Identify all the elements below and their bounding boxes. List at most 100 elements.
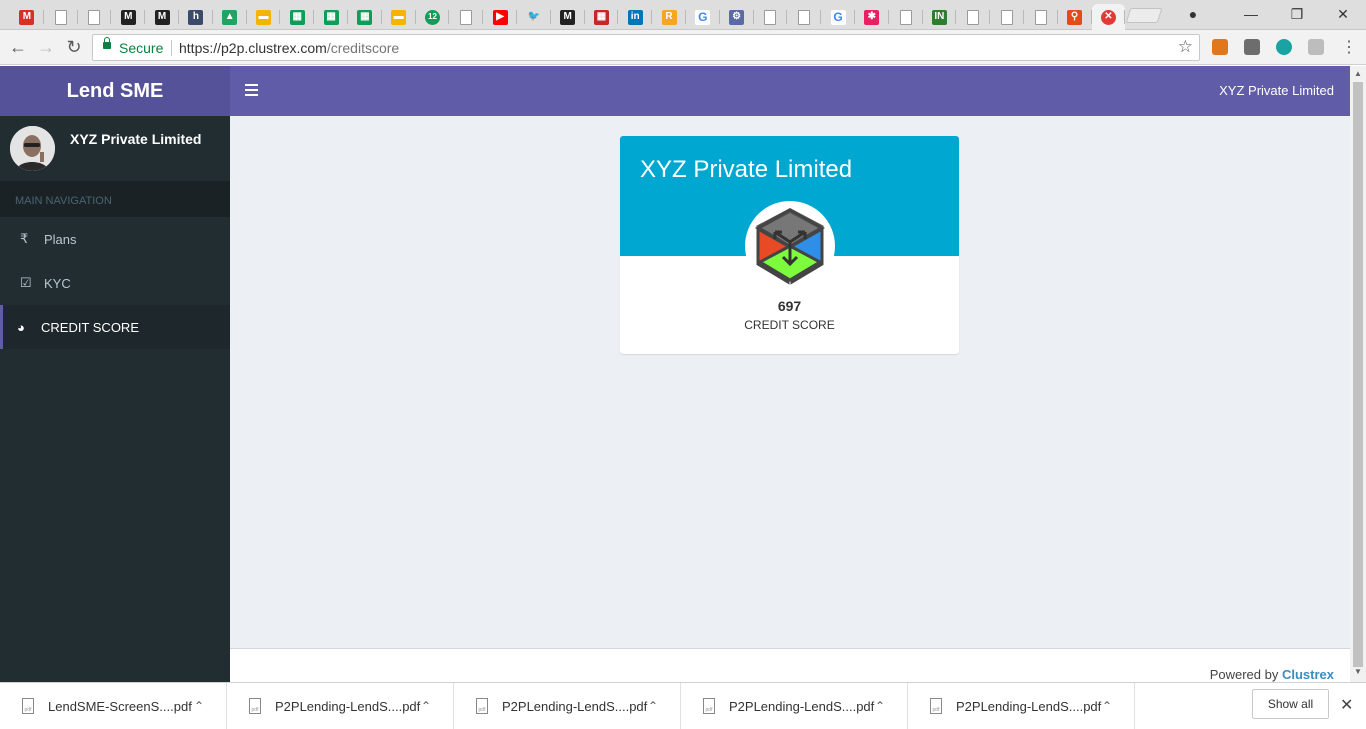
browser-tab[interactable]: G (821, 4, 855, 30)
medium-icon: M (154, 9, 170, 25)
browser-tab[interactable]: ▦ (314, 4, 348, 30)
browser-tab[interactable] (1024, 4, 1058, 30)
close-window-button[interactable]: ✕ (1320, 6, 1366, 23)
download-item[interactable]: pdf P2PLending-LendS....pdf ⌃ (908, 683, 1135, 729)
document-icon (1034, 9, 1047, 25)
extension-icon[interactable] (1244, 39, 1260, 55)
hamburger-menu-icon[interactable] (245, 84, 258, 96)
browser-tab[interactable]: IN (923, 4, 957, 30)
sidebar-menu: ₹ Plans ☑ KYC ◕ CREDIT SCORE (0, 217, 230, 349)
close-downloads-icon[interactable]: ✕ (1340, 695, 1353, 715)
browser-tab[interactable] (787, 4, 821, 30)
browser-tab[interactable]: ▲ (213, 4, 247, 30)
browser-tab[interactable]: 🐦 (517, 4, 551, 30)
chevron-up-icon[interactable]: ⌃ (194, 699, 204, 713)
pdf-file-icon: pdf (249, 698, 261, 714)
scroll-up-arrow[interactable]: ▲ (1354, 69, 1362, 78)
tab-list: M M Mh ▲ ▬ ▦ ▦ ▦ ▬ 12 ▶ 🐦 M ▦ in R G ⚙ G ✱ IN ⚲ ✕ (10, 4, 1126, 30)
map-pin-icon: ⚲ (1067, 9, 1083, 25)
sidebar-item-credit-score[interactable]: ◕ CREDIT SCORE (0, 305, 230, 349)
sidebar-item-kyc[interactable]: ☑ KYC (0, 261, 230, 305)
r-icon: R (661, 9, 677, 25)
show-all-downloads-button[interactable]: Show all (1252, 689, 1329, 719)
pdf-file-icon: pdf (930, 698, 942, 714)
minimize-button[interactable]: — (1228, 6, 1274, 22)
download-item[interactable]: pdf LendSME-ScreenS....pdf ⌃ (0, 683, 227, 729)
new-tab-button[interactable] (1125, 8, 1163, 23)
chevron-up-icon[interactable]: ⌃ (1102, 699, 1112, 713)
browser-tab[interactable]: h (179, 4, 213, 30)
browser-tab[interactable] (78, 4, 112, 30)
browser-tab[interactable]: R (652, 4, 686, 30)
browser-tab[interactable]: 12 (416, 4, 450, 30)
chevron-up-icon[interactable]: ⌃ (648, 699, 658, 713)
browser-tab[interactable]: ▦ (348, 4, 382, 30)
page-footer: Powered by Clustrex (230, 648, 1350, 682)
rupee-icon: ₹ (20, 231, 29, 246)
browser-tab[interactable] (956, 4, 990, 30)
gmail-icon: M (19, 9, 35, 25)
browser-tab[interactable]: M (10, 4, 44, 30)
profile-icon[interactable]: ● (1178, 6, 1208, 22)
document-icon (460, 9, 473, 25)
page-scrollbar[interactable]: ▲ ▼ (1350, 66, 1366, 682)
download-item[interactable]: pdf P2PLending-LendS....pdf ⌃ (227, 683, 454, 729)
chevron-up-icon[interactable]: ⌃ (875, 699, 885, 713)
twitter-icon: 🐦 (527, 11, 541, 22)
browser-tab[interactable]: G (686, 4, 720, 30)
browser-tab[interactable] (754, 4, 788, 30)
lock-icon (103, 37, 111, 49)
address-bar[interactable]: Secure https://p2p.clustrex.com/creditsc… (92, 34, 1200, 61)
browser-tab[interactable]: M (145, 4, 179, 30)
browser-tab[interactable] (990, 4, 1024, 30)
colorful-dots-icon: ✱ (864, 9, 880, 25)
browser-tab[interactable]: ⚲ (1058, 4, 1092, 30)
url-text[interactable]: https://p2p.clustrex.com/creditscore (179, 40, 399, 56)
google-icon: G (830, 9, 846, 25)
browser-tab[interactable]: ▦ (280, 4, 314, 30)
browser-tab[interactable]: M (111, 4, 145, 30)
download-item[interactable]: pdf P2PLending-LendS....pdf ⌃ (681, 683, 908, 729)
google-sheets-icon: ▦ (357, 9, 373, 25)
browser-tab[interactable]: ✕ (1091, 4, 1126, 30)
reload-button[interactable]: ↻ (62, 35, 86, 59)
scrollbar-thumb[interactable] (1353, 82, 1363, 667)
browser-tab[interactable] (449, 4, 483, 30)
google-drive-icon: ▲ (222, 9, 238, 25)
powered-by-link[interactable]: Clustrex (1282, 667, 1334, 682)
download-item[interactable]: pdf P2PLending-LendS....pdf ⌃ (454, 683, 681, 729)
pdf-file-icon: pdf (476, 698, 488, 714)
brand-logo[interactable]: Lend SME (0, 66, 230, 116)
chevron-up-icon[interactable]: ⌃ (421, 699, 431, 713)
browser-tab[interactable] (889, 4, 923, 30)
browser-tab[interactable] (44, 4, 78, 30)
nav-header: MAIN NAVIGATION (0, 181, 230, 217)
google-sheets-icon: ▦ (289, 9, 305, 25)
extension-icon[interactable] (1308, 39, 1324, 55)
credit-score-label: CREDIT SCORE (744, 318, 835, 332)
scroll-down-arrow[interactable]: ▼ (1354, 667, 1362, 676)
browser-menu-icon[interactable]: ⋮ (1337, 35, 1361, 59)
browser-tab[interactable]: in (618, 4, 652, 30)
bookmark-star-icon[interactable]: ☆ (1178, 37, 1193, 57)
back-button[interactable]: ← (6, 35, 30, 59)
browser-tab[interactable]: ▶ (483, 4, 517, 30)
sidebar-item-plans[interactable]: ₹ Plans (0, 217, 230, 261)
browser-tab[interactable]: ✱ (855, 4, 889, 30)
document-icon (967, 9, 980, 25)
browser-tab[interactable]: ⚙ (720, 4, 754, 30)
pdf-file-icon: pdf (703, 698, 715, 714)
extension-icon[interactable] (1276, 39, 1292, 55)
hashnode-icon: h (188, 9, 204, 25)
credit-score-value: 697 (777, 298, 802, 314)
metamask-extension-icon[interactable] (1212, 39, 1228, 55)
sidebar-item-label: KYC (44, 275, 71, 291)
browser-tab[interactable]: ▬ (382, 4, 416, 30)
forward-button[interactable]: → (34, 35, 58, 59)
restore-button[interactable]: ❐ (1274, 6, 1320, 23)
avatar-photo (10, 126, 55, 171)
browser-tab[interactable]: ▦ (585, 4, 619, 30)
navbar-company-name[interactable]: XYZ Private Limited (1219, 83, 1334, 98)
browser-tab[interactable]: ▬ (247, 4, 281, 30)
browser-tab[interactable]: M (551, 4, 585, 30)
